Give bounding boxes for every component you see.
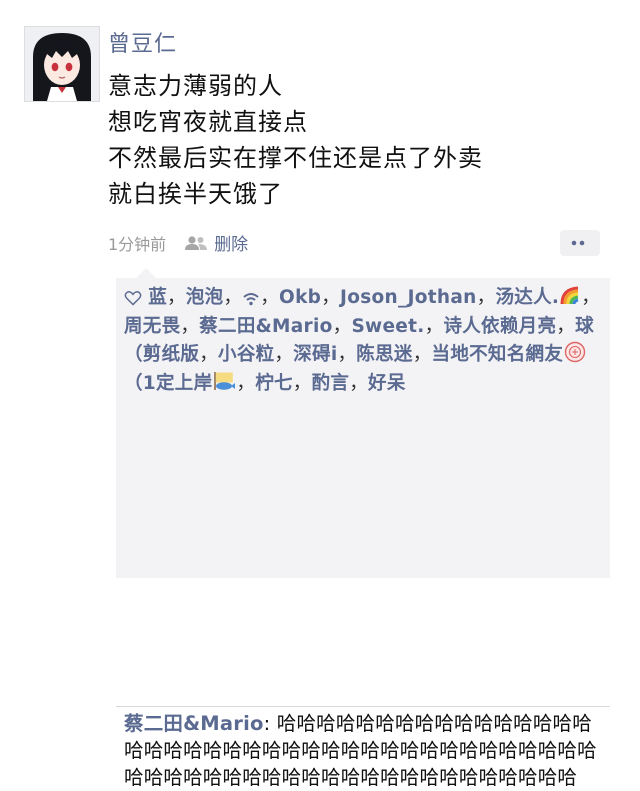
like-name[interactable]: Okb — [279, 287, 321, 308]
like-separator: ， — [332, 315, 352, 337]
post-line: 意志力薄弱的人 — [108, 72, 283, 100]
like-name[interactable]: 酌言 — [312, 373, 350, 394]
rainbow-icon — [559, 286, 581, 308]
like-separator: ， — [321, 287, 341, 308]
like-separator: ， — [581, 287, 601, 308]
heart-outline-icon — [124, 290, 142, 306]
post-content: 意志力薄弱的人 想吃宵夜就直接点 不然最后实在撑不住还是点了外卖 就白挨半天饿了 — [108, 68, 483, 212]
post-line: 就白挨半天饿了 — [108, 180, 283, 208]
like-separator: ， — [260, 287, 280, 308]
comment-item[interactable]: 蔡二田&Mario: 哈哈哈哈哈哈哈哈哈哈哈哈哈哈哈哈哈哈哈哈哈哈哈哈哈哈哈哈哈… — [124, 710, 606, 791]
likes-list: 蓝，泡泡， ，Okb，Joson_Jothan，汤达人. ，周无畏，蔡二田&Mari… — [124, 284, 604, 398]
divider — [116, 706, 610, 707]
like-name[interactable]: 汤达人. — [495, 287, 559, 308]
comment-author[interactable]: 蔡二田&Mario — [124, 712, 264, 735]
like-name[interactable]: 柠七 — [255, 373, 293, 394]
like-name[interactable]: Joson_Jothan — [340, 287, 477, 308]
like-name[interactable]: 周无畏 — [124, 316, 180, 337]
comment-colon: : — [263, 712, 277, 735]
delete-button[interactable]: 删除 — [214, 230, 248, 255]
like-separator: ， — [337, 344, 357, 365]
like-name[interactable]: 深碍i — [293, 344, 337, 365]
avatar[interactable] — [24, 26, 100, 102]
like-name[interactable]: 好呆 — [368, 373, 406, 394]
like-separator: ， — [180, 315, 200, 337]
like-separator: ， — [424, 315, 444, 337]
like-name[interactable]: 诗人依赖月亮 — [443, 316, 556, 337]
stamp-icon — [563, 341, 587, 365]
like-name[interactable]: Sweet. — [351, 316, 424, 337]
more-actions-button[interactable] — [560, 230, 600, 256]
like-separator: ， — [274, 344, 294, 365]
fish-flag-icon — [212, 371, 236, 394]
like-separator: ， — [167, 287, 186, 308]
post-time: 1分钟前 — [108, 234, 167, 254]
like-name[interactable]: 蔡二田&Mario — [199, 316, 332, 337]
people-icon — [184, 235, 208, 251]
like-name[interactable]: 当地不知名網友 — [432, 344, 564, 365]
like-separator: ， — [412, 344, 432, 365]
post-line: 不然最后实在撑不住还是点了外卖 — [108, 144, 483, 172]
like-separator: ， — [236, 372, 256, 394]
wifi-name-icon[interactable] — [242, 287, 260, 308]
post-username[interactable]: 曾豆仁 — [108, 26, 177, 58]
like-separator: ， — [223, 287, 243, 308]
anime-girl-avatar-icon — [25, 27, 99, 101]
post-line: 想吃宵夜就直接点 — [108, 108, 308, 136]
like-name[interactable]: 蓝 — [148, 287, 167, 308]
interaction-panel: 蓝，泡泡， ，Okb，Joson_Jothan，汤达人. ，周无畏，蔡二田&Mari… — [116, 268, 610, 789]
like-separator: ， — [476, 287, 496, 308]
like-separator: ， — [349, 372, 369, 394]
like-separator: ， — [199, 344, 219, 365]
like-name[interactable]: 陈思迷 — [356, 344, 412, 365]
more-dots-icon — [571, 240, 585, 246]
like-name[interactable]: 泡泡 — [186, 287, 224, 308]
post-meta: 1分钟前 删除 — [108, 230, 248, 256]
like-separator: ， — [556, 315, 576, 337]
like-separator: ， — [292, 372, 312, 394]
like-name[interactable]: （1定上岸 — [124, 373, 212, 394]
like-name[interactable]: 小谷粒 — [218, 344, 274, 365]
